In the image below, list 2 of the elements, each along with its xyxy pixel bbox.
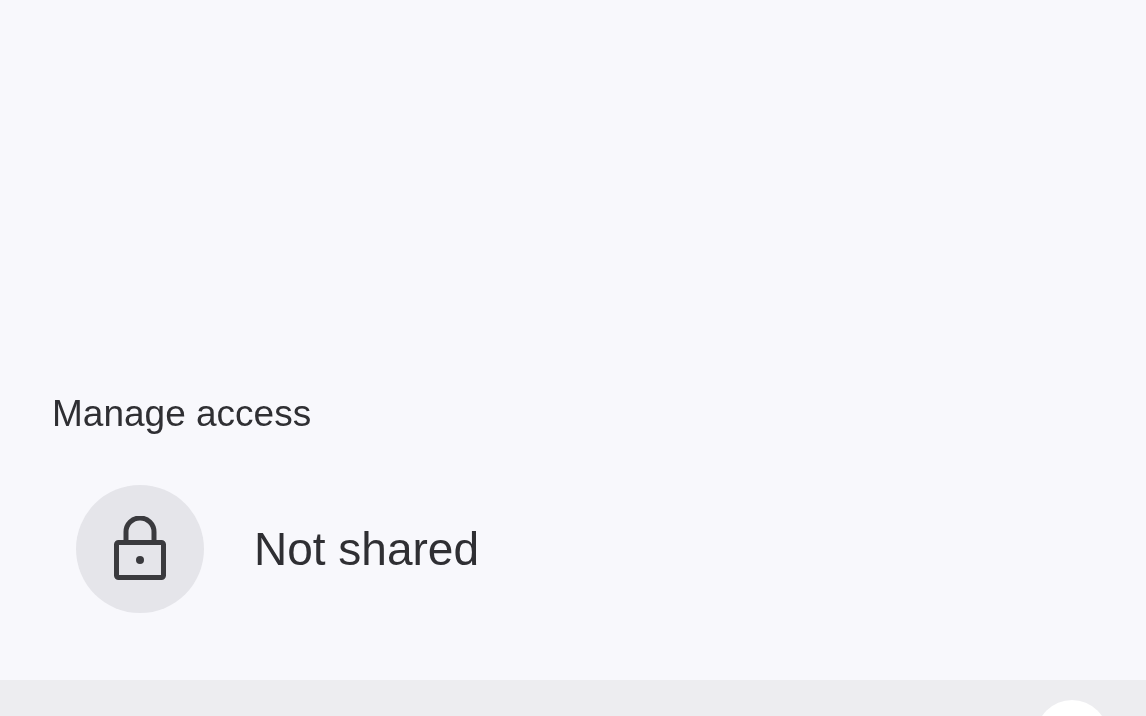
section-title: Manage access <box>52 392 313 436</box>
sharing-status[interactable]: Not shared <box>254 522 479 576</box>
